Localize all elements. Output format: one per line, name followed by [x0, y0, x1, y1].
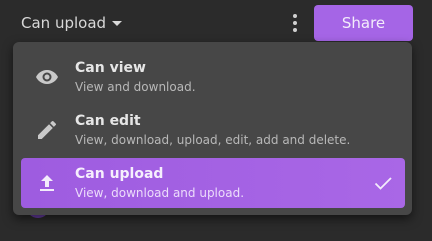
checkmark-icon — [374, 177, 392, 190]
menu-item-can-upload[interactable]: Can upload View, download and upload. — [21, 158, 405, 208]
menu-item-can-view[interactable]: Can view View and download. — [21, 52, 405, 102]
menu-item-title: Can view — [75, 60, 146, 76]
more-options-button[interactable] — [285, 11, 305, 35]
permission-menu: Can view View and download. Can edit Vie… — [13, 42, 412, 215]
menu-item-description: View and download. — [75, 80, 196, 94]
menu-item-title: Can edit — [75, 113, 141, 129]
share-button[interactable]: Share — [314, 5, 413, 41]
vertical-dots-icon — [293, 14, 297, 32]
pencil-icon — [38, 121, 56, 139]
permission-dropdown[interactable]: Can upload — [21, 12, 123, 34]
menu-item-description: View, download and upload. — [75, 186, 245, 200]
permission-dropdown-label: Can upload — [21, 14, 107, 32]
upload-icon — [40, 175, 54, 191]
share-toolbar: Can upload Share — [0, 0, 432, 44]
menu-item-can-edit[interactable]: Can edit View, download, upload, edit, a… — [21, 105, 405, 155]
menu-item-description: View, download, upload, edit, add and de… — [75, 133, 351, 147]
share-button-label: Share — [341, 14, 386, 32]
menu-item-title: Can upload — [75, 166, 164, 182]
caret-down-icon — [112, 20, 123, 26]
eye-icon — [36, 70, 58, 84]
